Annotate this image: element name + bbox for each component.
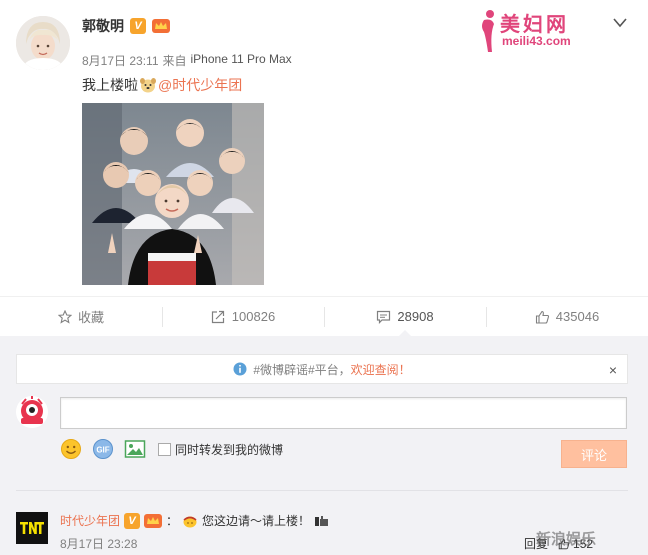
vip-crown-icon [152, 19, 170, 33]
watermark-title: 美妇网 [500, 12, 569, 36]
divider [16, 490, 628, 491]
peace-hand-emoji-icon [315, 515, 329, 526]
comment-line: 时代少年团 V ： 您这边请～请上楼！ [60, 512, 330, 529]
author-name[interactable]: 郭敬明 [82, 16, 124, 36]
site-watermark: 美妇网 meili43.com [476, 6, 616, 56]
author-name-row: 郭敬明 V [82, 16, 170, 36]
repost-checkbox-label: 同时转发到我的微博 [175, 442, 284, 457]
comment-input[interactable] [60, 397, 627, 429]
dog-emoji-icon [140, 78, 156, 93]
mention-link[interactable]: @时代少年团 [158, 75, 242, 95]
comments-panel: #微博辟谣#平台， 欢迎查阅！ × GIF 同时转发到我的微博 评论 时代少年团… [0, 336, 648, 555]
author-avatar[interactable] [16, 16, 70, 70]
verified-badge-icon: V [124, 512, 141, 529]
gif-icon[interactable]: GIF [92, 438, 114, 460]
post-text: 我上楼啦 @时代少年团 [82, 75, 242, 95]
current-user-avatar[interactable] [16, 396, 48, 428]
comment-text: 您这边请～请上楼！ [202, 514, 311, 528]
chevron-down-icon[interactable] [612, 16, 628, 30]
info-icon [233, 362, 247, 376]
tnt-logo-icon [20, 522, 44, 534]
comment-separator: ： [166, 514, 179, 528]
post-meta: 8月17日 23:11 来自 iPhone 11 Pro Max [82, 52, 292, 69]
image-upload-icon[interactable] [124, 438, 146, 460]
share-icon [211, 310, 224, 323]
like-count: 435046 [555, 309, 600, 324]
watermark-figure-icon [482, 10, 494, 52]
watermark-url: meili43.com [502, 34, 571, 48]
verified-badge-icon: V [130, 18, 146, 34]
post-body: 我上楼啦 [82, 77, 138, 93]
overlay-watermark-text: 新浪娱乐 [536, 531, 597, 548]
commenter-avatar[interactable] [16, 512, 48, 544]
like-icon [535, 310, 549, 324]
emoji-smile-icon[interactable] [60, 438, 82, 460]
repost-count: 100826 [231, 309, 276, 324]
like-button[interactable]: 435046 [486, 297, 648, 336]
comment-item: 时代少年团 V ： 您这边请～请上楼！ 8月17日 23:28 回复 152 新… [16, 508, 628, 552]
notice-text: #微博辟谣#平台， [253, 362, 351, 377]
comment-count: 28908 [397, 309, 434, 324]
post-source: iPhone 11 Pro Max [190, 52, 292, 66]
comment-timestamp: 8月17日 23:28 [60, 537, 138, 551]
close-icon[interactable]: × [609, 362, 617, 378]
notice-link[interactable]: 欢迎查阅！ [351, 361, 411, 378]
repost-checkbox-row[interactable]: 同时转发到我的微博 [158, 441, 283, 458]
star-icon [57, 309, 72, 324]
submit-comment-button[interactable]: 评论 [561, 440, 627, 468]
commenter-name[interactable]: 时代少年团 [60, 512, 120, 529]
repost-checkbox[interactable] [158, 442, 171, 456]
post-photo[interactable] [82, 103, 264, 285]
favorite-button[interactable]: 收藏 [0, 297, 162, 336]
comment-icon [377, 310, 391, 324]
bowing-emoji-icon [183, 516, 197, 527]
source-prefix: 来自 [162, 54, 187, 68]
composer-toolbar: GIF 同时转发到我的微博 [60, 438, 283, 460]
favorite-label: 收藏 [77, 310, 104, 325]
rumor-notice-banner: #微博辟谣#平台， 欢迎查阅！ × [16, 354, 628, 384]
weibo-post: 郭敬明 V 8月17日 23:11 来自 iPhone 11 Pro Max 我… [0, 0, 648, 296]
repost-button[interactable]: 100826 [162, 297, 324, 336]
comment-button[interactable]: 28908 [324, 297, 486, 337]
post-timestamp[interactable]: 8月17日 23:11 [82, 52, 159, 69]
post-action-bar: 收藏 100826 28908 435046 [0, 296, 648, 337]
svg-text:GIF: GIF [96, 446, 109, 455]
vip-crown-icon [144, 513, 163, 528]
